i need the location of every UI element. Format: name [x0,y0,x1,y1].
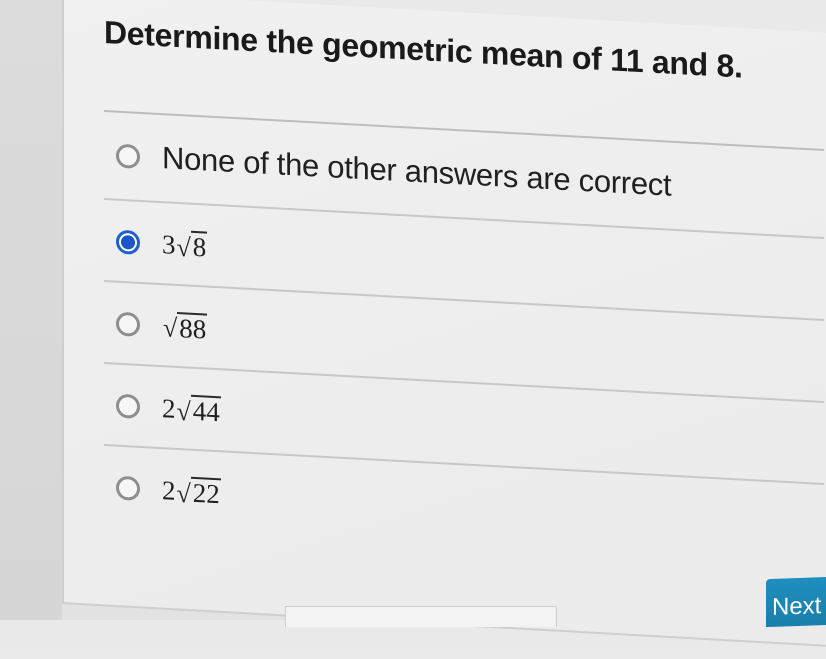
radicand: 8 [190,230,208,263]
answer-expression: 3 √ 8 [162,228,208,263]
radio-button[interactable] [116,393,140,419]
answer-option-2-root-22[interactable]: 2 √ 22 [116,466,221,516]
footer-tab [285,606,557,627]
question-content: Determine the geometric mean of 11 and 8… [104,0,826,659]
radio-button[interactable] [116,143,140,169]
radio-button-selected[interactable] [116,229,140,255]
square-root-icon: √ [176,396,191,427]
square-root-icon: √ [176,232,191,263]
radio-button[interactable] [116,311,140,337]
answer-expression: √ 88 [162,311,208,345]
answer-label: None of the other answers are correct [162,140,672,203]
radicand: 22 [190,476,221,510]
radio-button[interactable] [116,475,140,501]
answer-option-none[interactable]: None of the other answers are correct [116,134,671,208]
answer-expression: 2 √ 22 [162,475,221,509]
coefficient: 3 [162,228,176,260]
divider [104,198,824,239]
square-root-icon: √ [163,313,178,344]
coefficient: 2 [162,474,176,506]
radicand: 44 [190,394,221,428]
divider [104,280,824,321]
answer-expression: 2 √ 44 [162,393,221,427]
coefficient: 2 [162,392,176,424]
answer-option-3-root-8[interactable]: 3 √ 8 [116,220,208,269]
square-root-icon: √ [176,478,191,509]
radicand: 88 [177,311,208,345]
answer-option-2-root-44[interactable]: 2 √ 44 [116,384,221,434]
page-margin [0,0,62,620]
answer-option-root-88[interactable]: √ 88 [116,302,208,351]
